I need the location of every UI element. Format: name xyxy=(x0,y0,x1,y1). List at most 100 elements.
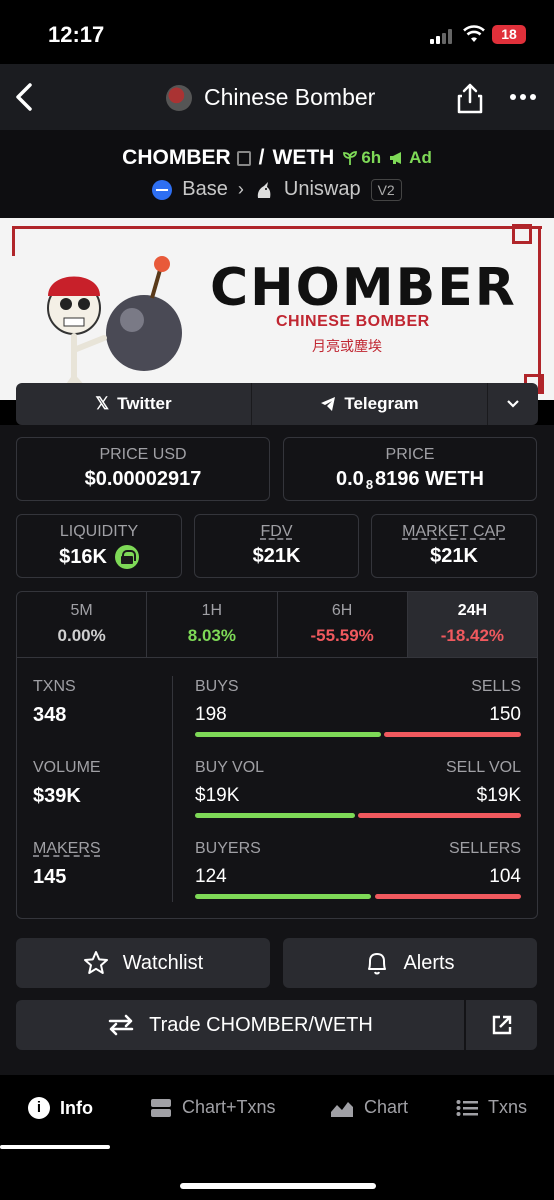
more-links-dropdown[interactable] xyxy=(488,383,538,425)
banner-subtitle: CHINESE BOMBER xyxy=(276,313,430,330)
market-cap-label[interactable]: MARKET CAP xyxy=(372,523,536,541)
buys-sells-ratio-bar xyxy=(195,732,521,737)
tab-label: 6H xyxy=(331,602,353,619)
cellular-signal-icon xyxy=(430,28,456,44)
buy-vol-value: $19K xyxy=(195,785,240,806)
price-usd-card: PRICE USD $0.00002917 xyxy=(16,437,270,501)
liquidity-label: LIQUIDITY xyxy=(59,523,139,540)
buy-vol-label: BUY VOL xyxy=(195,759,265,776)
buyers-sellers-ratio-bar xyxy=(195,894,521,899)
bottom-tab-bar: i Info Chart+Txns Chart Txns xyxy=(0,1075,554,1200)
tab-change-value: -18.42% xyxy=(440,626,505,645)
swap-arrows-icon xyxy=(108,1014,134,1036)
home-indicator xyxy=(180,1183,376,1189)
dex-name[interactable]: Uniswap xyxy=(284,178,361,201)
sell-vol-bar xyxy=(358,813,521,818)
info-icon: i xyxy=(28,1097,50,1119)
sellers-label: SELLERS xyxy=(448,840,521,857)
tab-chart-label: Chart xyxy=(364,1097,409,1117)
star-icon xyxy=(83,951,108,974)
pair-header: CHOMBER / WETH 6h Ad Base › Uniswap V2 xyxy=(0,130,554,218)
copy-icon[interactable] xyxy=(236,150,251,166)
watchlist-button[interactable]: Watchlist xyxy=(16,938,270,988)
ad-badge[interactable]: Ad xyxy=(389,148,432,168)
telegram-label: Telegram xyxy=(344,394,419,413)
sells-value: 150 xyxy=(489,704,521,725)
base-token-symbol: CHOMBER xyxy=(122,146,231,169)
price-usd-label: PRICE USD xyxy=(99,446,187,463)
tab-chart-txns-label: Chart+Txns xyxy=(182,1097,276,1117)
buys-value: 198 xyxy=(195,704,227,725)
fdv-label[interactable]: FDV xyxy=(195,523,358,541)
page-title-text: Chinese Bomber xyxy=(204,84,376,110)
lock-icon[interactable] xyxy=(114,545,139,569)
dex-version-badge: V2 xyxy=(370,178,402,201)
base-chain-icon xyxy=(152,179,173,200)
price-native-label: PRICE xyxy=(385,446,435,463)
banner-frame-left xyxy=(12,226,15,256)
external-link-icon xyxy=(492,1015,511,1035)
banner-title: CHOMBER xyxy=(210,258,517,318)
token-banner: CHOMBER CHINESE BOMBER 月亮或塵埃 xyxy=(0,218,554,400)
tab-5m[interactable]: 5M 0.00% xyxy=(17,592,148,657)
banner-chinese-text: 月亮或塵埃 xyxy=(312,338,382,354)
tab-change-value: 0.00% xyxy=(57,626,106,645)
market-cap-card: MARKET CAP $21K xyxy=(371,514,537,578)
tab-chart[interactable]: Chart xyxy=(330,1097,408,1118)
tab-label: 1H xyxy=(201,602,223,619)
watchlist-label: Watchlist xyxy=(122,951,204,974)
txns-value: 348 xyxy=(33,704,67,726)
bell-icon xyxy=(368,953,387,975)
tab-txns[interactable]: Txns xyxy=(456,1097,527,1118)
back-chevron-icon[interactable] xyxy=(10,80,40,114)
sells-label: SELLS xyxy=(471,678,521,695)
tab-label: 5M xyxy=(70,602,93,619)
buyers-bar xyxy=(195,894,371,899)
more-options-icon[interactable] xyxy=(510,94,538,102)
price-native-digits: 8196 WETH xyxy=(375,468,484,490)
quote-token-symbol: WETH xyxy=(272,146,335,169)
market-cap-value: $21K xyxy=(430,545,478,567)
twitter-label: Twitter xyxy=(117,394,172,413)
buys-label: BUYS xyxy=(195,678,239,695)
sellers-bar xyxy=(375,894,521,899)
tab-6h[interactable]: 6H -55.59% xyxy=(278,592,408,657)
tab-chart-txns[interactable]: Chart+Txns xyxy=(150,1097,276,1118)
tab-info[interactable]: i Info xyxy=(28,1097,93,1119)
price-native-zero-count: 8 xyxy=(365,477,374,492)
page-title: Chinese Bomber xyxy=(166,84,375,111)
twitter-button[interactable]: 𝕏 Twitter xyxy=(16,383,252,425)
list-icon xyxy=(456,1099,478,1116)
uniswap-unicorn-icon xyxy=(257,181,271,198)
chevron-down-icon xyxy=(507,400,519,408)
price-native-prefix: 0.0 xyxy=(336,468,364,490)
pair-age-badge: 6h xyxy=(342,148,381,168)
open-external-button[interactable] xyxy=(466,1000,537,1050)
battery-level: 18 xyxy=(501,26,517,42)
volume-ratio-bar xyxy=(195,813,521,818)
fdv-value: $21K xyxy=(252,545,301,567)
tab-label: 24H xyxy=(457,602,488,619)
chain-name[interactable]: Base xyxy=(182,178,228,201)
tab-1h[interactable]: 1H 8.03% xyxy=(147,592,278,657)
price-native-value: 0.0 8 8196 WETH xyxy=(284,468,536,492)
trading-stats: 5M 0.00% 1H 8.03% 6H -55.59% 24H -18.42%… xyxy=(16,591,538,919)
buyers-label: BUYERS xyxy=(195,840,261,857)
tab-info-label: Info xyxy=(60,1097,93,1118)
banner-frame-right xyxy=(538,226,541,394)
alerts-button[interactable]: Alerts xyxy=(283,938,537,988)
trade-button[interactable]: Trade CHOMBER/WETH xyxy=(16,1000,464,1050)
makers-label[interactable]: MAKERS xyxy=(33,840,101,858)
area-chart-icon xyxy=(331,1101,353,1117)
volume-value: $39K xyxy=(33,785,81,807)
telegram-button[interactable]: Telegram xyxy=(252,383,488,425)
price-native-card: PRICE 0.0 8 8196 WETH xyxy=(283,437,537,501)
ad-label: Ad xyxy=(409,148,432,167)
buyers-value: 124 xyxy=(195,866,227,887)
liquidity-value: $16K xyxy=(59,545,107,568)
tab-24h[interactable]: 24H -18.42% xyxy=(407,592,537,657)
price-usd-value: $0.00002917 xyxy=(84,468,202,490)
share-icon[interactable] xyxy=(456,82,484,114)
split-view-icon xyxy=(151,1098,171,1117)
banner-corner-ornament xyxy=(512,224,532,244)
